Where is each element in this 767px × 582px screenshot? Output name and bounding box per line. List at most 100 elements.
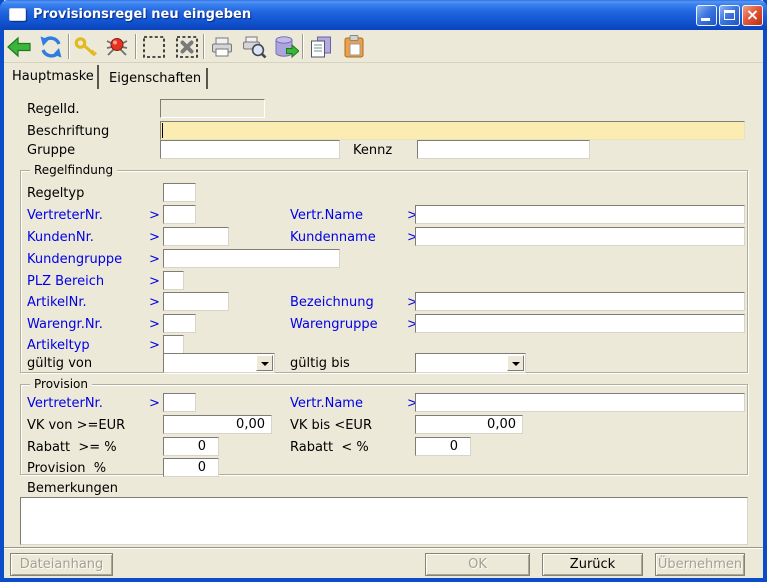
beschriftung-label: Beschriftung — [27, 122, 109, 141]
regeltyp-label: Regeltyp — [27, 184, 84, 203]
toolbar — [4, 30, 763, 63]
artikeltyp-link[interactable]: Artikeltyp — [27, 336, 90, 355]
artikelnr-chevron: > — [149, 293, 160, 312]
kundengruppe-link[interactable]: Kundengruppe — [27, 250, 122, 269]
dialog-window: Provisionsregel neu eingeben × — [0, 0, 767, 582]
copy-button[interactable] — [307, 33, 335, 61]
rabatt-lt-field[interactable] — [415, 437, 471, 456]
print-preview-icon — [241, 34, 267, 60]
artikeltyp-field[interactable] — [163, 335, 184, 354]
refresh-button[interactable] — [37, 33, 65, 61]
plz-bereich-link[interactable]: PLZ Bereich — [27, 272, 104, 291]
plz-chevron: > — [149, 272, 160, 291]
vertreternr-link[interactable]: VertreterNr. — [27, 206, 103, 225]
vertrname-field[interactable] — [415, 205, 745, 224]
dateianhang-button[interactable]: Dateianhang — [10, 553, 113, 576]
warengrnr-field[interactable] — [163, 314, 196, 333]
back-button[interactable] — [5, 33, 33, 61]
bemerkungen-label: Bemerkungen — [27, 479, 118, 498]
zurueck-button[interactable]: Zurück — [542, 553, 643, 576]
maximize-button[interactable] — [719, 5, 740, 26]
key-icon — [73, 34, 99, 60]
rabatt-ge-field[interactable] — [163, 437, 219, 456]
debug-spider-icon — [104, 34, 130, 60]
database-export-button[interactable] — [272, 33, 300, 61]
minimize-icon — [701, 18, 710, 21]
window-title: Provisionsregel neu eingeben — [33, 0, 251, 30]
database-export-icon — [273, 34, 299, 60]
kundengruppe-chevron: > — [149, 250, 160, 269]
selection-clear-button[interactable] — [173, 33, 201, 61]
selection-empty-icon — [141, 34, 167, 60]
gueltig-bis-value — [416, 358, 419, 373]
paste-button[interactable] — [340, 33, 368, 61]
vk-von-field[interactable] — [163, 415, 272, 434]
provision-vertreternr-chevron: > — [149, 394, 160, 413]
kundennr-link[interactable]: KundenNr. — [27, 228, 94, 247]
back-icon — [6, 34, 32, 60]
regelfindung-title: Regelfindung — [30, 163, 117, 177]
toolbar-separator — [203, 34, 205, 59]
provision-prozent-label: Provision % — [27, 459, 106, 478]
toolbar-separator — [302, 34, 304, 59]
gueltig-von-dropdown-button[interactable] — [256, 355, 273, 371]
kennz-field[interactable] — [417, 140, 590, 159]
kundennr-field[interactable] — [163, 227, 229, 246]
warengruppe-link[interactable]: Warengruppe — [290, 315, 378, 334]
bezeichnung-link[interactable]: Bezeichnung — [290, 293, 374, 312]
rabatt-ge-label: Rabatt >= % — [27, 438, 117, 457]
vertrname-link[interactable]: Vertr.Name — [290, 206, 363, 225]
chevron-down-icon — [512, 362, 520, 366]
ok-button[interactable]: OK — [425, 553, 530, 576]
bemerkungen-textarea[interactable] — [20, 497, 748, 545]
kundennr-chevron: > — [149, 228, 160, 247]
regelid-field — [160, 99, 265, 118]
gueltig-bis-combobox[interactable] — [415, 353, 526, 373]
close-button[interactable]: × — [742, 5, 763, 26]
provision-vertreternr-link[interactable]: VertreterNr. — [27, 394, 103, 413]
kundenname-field[interactable] — [415, 227, 745, 246]
copy-icon — [308, 34, 334, 60]
beschriftung-field[interactable] — [160, 121, 745, 140]
titlebar[interactable]: Provisionsregel neu eingeben × — [0, 0, 767, 30]
kundengruppe-field[interactable] — [163, 249, 340, 268]
uebernehmen-button[interactable]: Übernehmen — [655, 553, 745, 576]
toolbar-separator — [135, 34, 137, 59]
toolbar-separator — [68, 34, 70, 59]
tab-eigenschaften[interactable]: Eigenschaften — [101, 68, 208, 89]
gueltig-von-label: gültig von — [27, 354, 92, 373]
bezeichnung-field[interactable] — [415, 292, 745, 311]
gueltig-von-combobox[interactable] — [163, 353, 275, 373]
close-icon: × — [743, 6, 762, 25]
regelfindung-groupbox: Regelfindung — [20, 170, 748, 373]
vk-bis-field[interactable] — [415, 415, 523, 434]
minimize-button[interactable] — [696, 5, 717, 26]
plz-bereich-field[interactable] — [163, 271, 184, 290]
tab-hauptmaske[interactable]: Hauptmaske — [4, 65, 99, 89]
provision-title: Provision — [30, 377, 92, 391]
vertreternr-field[interactable] — [163, 205, 196, 224]
warengrnr-link[interactable]: Warengr.Nr. — [27, 315, 103, 334]
vk-bis-label: VK bis <EUR — [290, 416, 372, 435]
artikelnr-field[interactable] — [163, 292, 229, 311]
warengruppe-field[interactable] — [415, 314, 745, 333]
artikelnr-link[interactable]: ArtikelNr. — [27, 293, 87, 312]
print-button[interactable] — [208, 33, 236, 61]
selection-empty-button[interactable] — [140, 33, 168, 61]
key-button[interactable] — [72, 33, 100, 61]
print-preview-button[interactable] — [240, 33, 268, 61]
artikeltyp-chevron: > — [149, 336, 160, 355]
gueltig-bis-dropdown-button[interactable] — [507, 355, 524, 371]
gruppe-field[interactable] — [160, 140, 340, 159]
debug-spider-button[interactable] — [103, 33, 131, 61]
kundenname-link[interactable]: Kundenname — [290, 228, 376, 247]
paste-icon — [341, 34, 367, 60]
provision-vertreternr-field[interactable] — [163, 393, 196, 412]
rabatt-lt-label: Rabatt < % — [290, 438, 369, 457]
provision-vertrname-field[interactable] — [415, 393, 745, 412]
selection-clear-icon — [174, 34, 200, 60]
dialog-content: Hauptmaske Eigenschaften RegelId. Beschr… — [4, 30, 763, 578]
provision-prozent-field[interactable] — [163, 458, 219, 477]
provision-vertrname-link[interactable]: Vertr.Name — [290, 394, 363, 413]
regeltyp-field[interactable] — [163, 183, 196, 202]
